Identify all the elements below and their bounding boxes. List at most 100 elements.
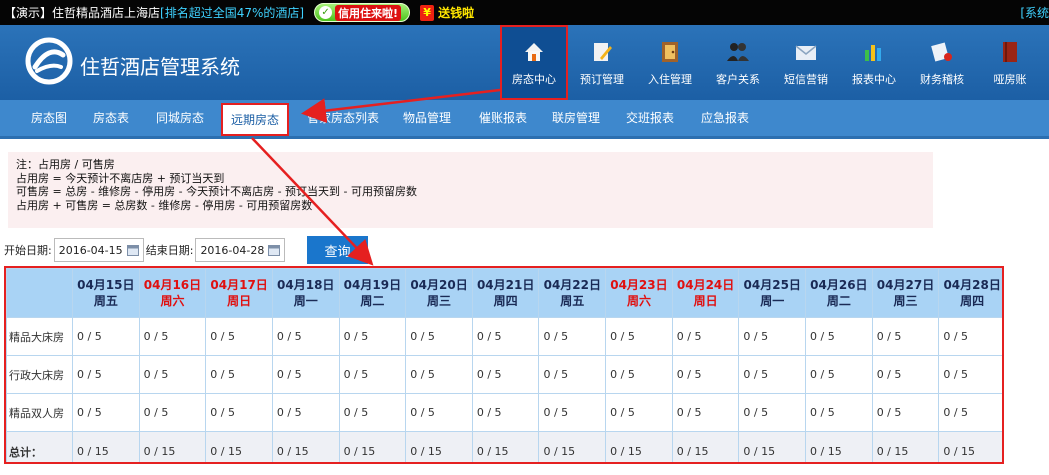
date-column-header: 04月25日 周一 [738, 268, 807, 318]
availability-cell[interactable]: 0 / 5 [938, 355, 1002, 394]
nav-sms[interactable]: 短信营销 [772, 25, 840, 100]
availability-cell[interactable]: 0 / 5 [805, 393, 873, 432]
availability-cell[interactable]: 0 / 5 [605, 355, 673, 394]
availability-cell[interactable]: 0 / 5 [72, 317, 140, 356]
date-column-header: 04月26日 周二 [805, 268, 873, 318]
availability-cell[interactable]: 0 / 5 [205, 393, 273, 432]
availability-cell[interactable]: 0 / 15 [938, 431, 1002, 462]
start-date-field[interactable] [53, 238, 144, 262]
nav-room-status-center[interactable]: 房态中心 [500, 25, 568, 100]
column-weekday: 周一 [293, 294, 318, 308]
availability-cell[interactable]: 0 / 5 [605, 393, 673, 432]
availability-cell[interactable]: 0 / 5 [271, 355, 340, 394]
end-date-input[interactable] [200, 243, 269, 257]
brand-title: 住哲酒店管理系统 [80, 55, 240, 79]
tab-dunning-report[interactable]: 催账报表 [479, 100, 527, 136]
calendar-icon[interactable] [126, 244, 139, 256]
availability-cell[interactable]: 0 / 5 [471, 355, 540, 394]
tab-housekeeping-list[interactable]: 管家房态列表 [307, 100, 379, 136]
nav-customer[interactable]: 客户关系 [704, 25, 772, 100]
tab-room-status-map[interactable]: 房态图 [31, 100, 67, 136]
availability-cell[interactable]: 0 / 5 [538, 317, 607, 356]
availability-cell[interactable]: 0 / 5 [738, 393, 807, 432]
availability-cell[interactable]: 0 / 5 [338, 317, 407, 356]
availability-cell[interactable]: 0 / 15 [205, 431, 273, 462]
start-date-input[interactable] [58, 243, 127, 257]
availability-cell[interactable]: 0 / 5 [338, 355, 407, 394]
availability-cell[interactable]: 0 / 5 [405, 317, 473, 356]
nav-dummy-account[interactable]: 哑房账 [976, 25, 1044, 100]
availability-cell[interactable]: 0 / 5 [205, 317, 273, 356]
nav-booking[interactable]: 预订管理 [568, 25, 636, 100]
availability-cell[interactable]: 0 / 5 [471, 317, 540, 356]
availability-cell[interactable]: 0 / 5 [205, 355, 273, 394]
note-line: 占用房 = 今天预计不离店房 + 预订当天到 [16, 171, 225, 185]
nav-label: 入住管理 [648, 72, 692, 86]
tab-room-status-table[interactable]: 房态表 [93, 100, 129, 136]
availability-cell[interactable]: 0 / 5 [72, 355, 140, 394]
availability-cell[interactable]: 0 / 5 [671, 317, 740, 356]
tab-item-management[interactable]: 物品管理 [403, 100, 451, 136]
availability-cell[interactable]: 0 / 15 [471, 431, 540, 462]
system-menu-link[interactable]: [系统 [1020, 4, 1049, 21]
availability-cell[interactable]: 0 / 15 [671, 431, 740, 462]
tab-city-room-status[interactable]: 同城房态 [156, 100, 204, 136]
availability-cell[interactable]: 0 / 5 [605, 317, 673, 356]
total-row: 总计： 0 / 15 0 / 15 0 / 15 0 / 15 0 / 15 0 / 15 0… [6, 431, 1002, 462]
nav-finance-audit[interactable]: 财务稽核 [908, 25, 976, 100]
nav-check-in[interactable]: 入住管理 [636, 25, 704, 100]
availability-cell[interactable]: 0 / 5 [72, 393, 140, 432]
date-column-header: 04月23日 周六 [605, 268, 673, 318]
availability-cell[interactable]: 0 / 5 [538, 393, 607, 432]
availability-cell[interactable]: 0 / 15 [738, 431, 807, 462]
availability-cell[interactable]: 0 / 5 [138, 393, 207, 432]
query-button[interactable]: 查询 [307, 236, 368, 264]
availability-cell[interactable]: 0 / 5 [671, 355, 740, 394]
availability-cell[interactable]: 0 / 5 [271, 317, 340, 356]
availability-cell[interactable]: 0 / 5 [405, 393, 473, 432]
calendar-icon[interactable] [268, 244, 281, 256]
hotel-name: 【演示】住哲精品酒店上海店 [4, 6, 161, 20]
availability-cell[interactable]: 0 / 15 [138, 431, 207, 462]
availability-cell[interactable]: 0 / 15 [338, 431, 407, 462]
audit-icon [929, 39, 955, 65]
availability-cell[interactable]: 0 / 5 [271, 393, 340, 432]
availability-cell[interactable]: 0 / 5 [738, 317, 807, 356]
availability-cell[interactable]: 0 / 5 [138, 317, 207, 356]
hotel-rank: [排名超过全国47%的酒店] [160, 6, 305, 20]
tab-linked-rooms[interactable]: 联房管理 [552, 100, 600, 136]
availability-cell[interactable]: 0 / 5 [738, 355, 807, 394]
availability-cell[interactable]: 0 / 5 [938, 393, 1002, 432]
availability-cell[interactable]: 0 / 15 [805, 431, 873, 462]
availability-cell[interactable]: 0 / 15 [871, 431, 940, 462]
column-weekday: 周二 [826, 294, 851, 308]
availability-cell[interactable]: 0 / 15 [405, 431, 473, 462]
availability-cell[interactable]: 0 / 15 [72, 431, 140, 462]
bar-chart-icon [861, 39, 887, 65]
availability-cell[interactable]: 0 / 5 [538, 355, 607, 394]
column-weekday: 周四 [960, 294, 985, 308]
availability-cell[interactable]: 0 / 5 [871, 393, 940, 432]
credit-stay-label: 信用住来啦! [335, 4, 402, 21]
tab-emergency-report[interactable]: 应急报表 [701, 100, 749, 136]
availability-cell[interactable]: 0 / 15 [605, 431, 673, 462]
availability-cell[interactable]: 0 / 5 [805, 355, 873, 394]
availability-cell[interactable]: 0 / 5 [138, 355, 207, 394]
tab-shift-report[interactable]: 交班报表 [626, 100, 674, 136]
availability-cell[interactable]: 0 / 5 [805, 317, 873, 356]
availability-cell[interactable]: 0 / 5 [871, 317, 940, 356]
availability-cell[interactable]: 0 / 5 [471, 393, 540, 432]
availability-cell[interactable]: 0 / 5 [938, 317, 1002, 356]
availability-cell[interactable]: 0 / 5 [671, 393, 740, 432]
credit-stay-badge[interactable]: ✓ 信用住来啦! [314, 3, 411, 22]
availability-cell[interactable]: 0 / 15 [538, 431, 607, 462]
availability-cell[interactable]: 0 / 15 [271, 431, 340, 462]
nav-reports[interactable]: 报表中心 [840, 25, 908, 100]
tab-future-room-status[interactable]: 远期房态 [221, 103, 290, 136]
availability-cell[interactable]: 0 / 5 [338, 393, 407, 432]
sub-nav: 房态图 房态表 同城房态 远期房态 管家房态列表 物品管理 催账报表 联房管理 … [0, 100, 1049, 139]
money-link[interactable]: 送钱啦 [438, 4, 474, 21]
availability-cell[interactable]: 0 / 5 [871, 355, 940, 394]
availability-cell[interactable]: 0 / 5 [405, 355, 473, 394]
end-date-field[interactable] [195, 238, 286, 262]
